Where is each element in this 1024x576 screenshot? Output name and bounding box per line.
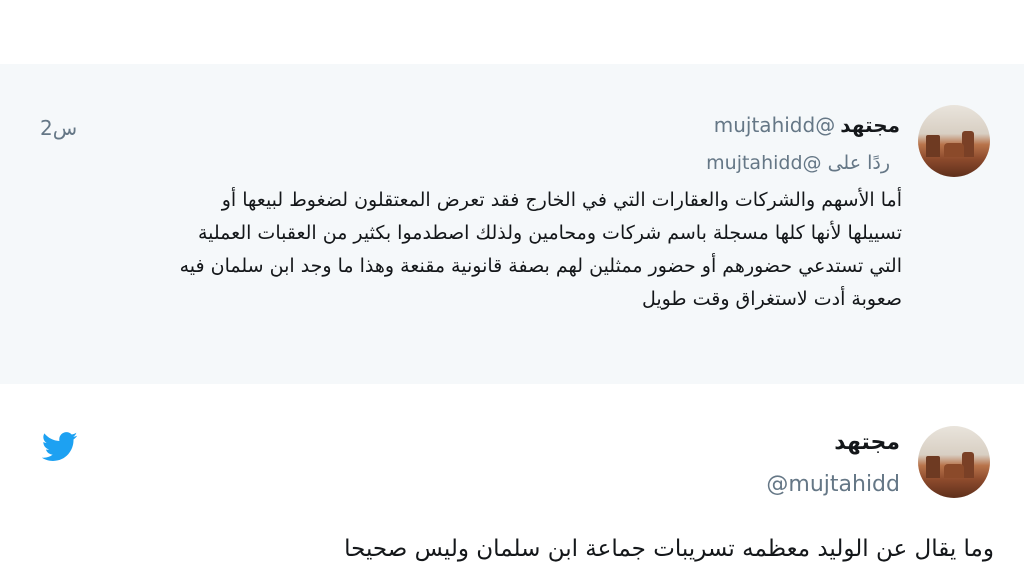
tweet-timestamp[interactable]: 2س bbox=[40, 116, 77, 140]
tweet-text-line: تسييلها لأنها كلها مسجلة باسم شركات ومحا… bbox=[197, 222, 902, 244]
reply-author-line: مجتهد @mujtahidd bbox=[714, 113, 900, 137]
main-tweet-text: وما يقال عن الوليد معظمه تسريبات جماعة ا… bbox=[344, 536, 994, 562]
display-name[interactable]: مجتهد bbox=[840, 113, 900, 137]
tweet-text-line: التي تستدعي حضورهم أو حضور ممثلين لهم بص… bbox=[179, 255, 902, 277]
reply-tweet-text: أما الأسهم والشركات والعقارات التي في ال… bbox=[62, 184, 902, 316]
handle[interactable]: @mujtahidd bbox=[714, 113, 835, 137]
replying-to-line: ردًا على @mujtahidd bbox=[706, 152, 890, 174]
replying-prefix: ردًا على bbox=[827, 152, 890, 174]
twitter-bird-icon[interactable] bbox=[42, 432, 78, 462]
tweet-text-line: أما الأسهم والشركات والعقارات التي في ال… bbox=[221, 189, 902, 211]
handle[interactable]: @mujtahidd bbox=[766, 472, 900, 497]
avatar[interactable] bbox=[918, 426, 990, 498]
replying-mention-link[interactable]: @mujtahidd bbox=[706, 152, 821, 174]
tweet-text-line: صعوبة أدت لاستغراق وقت طويل bbox=[641, 288, 902, 310]
display-name[interactable]: مجتهد bbox=[834, 430, 900, 455]
avatar[interactable] bbox=[918, 105, 990, 177]
